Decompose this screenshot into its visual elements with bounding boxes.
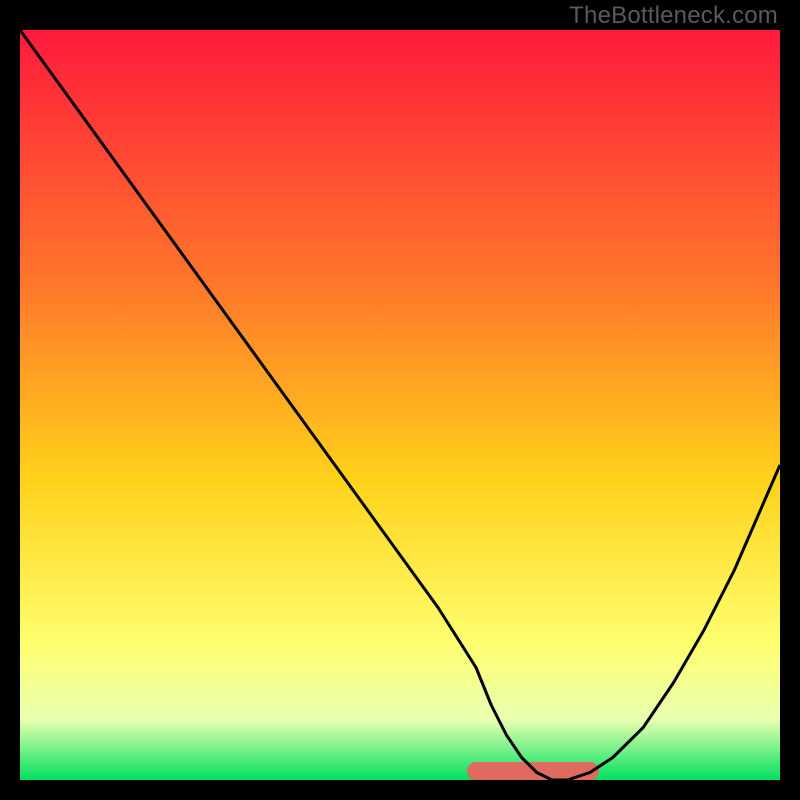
gradient-background: [20, 30, 780, 780]
bottleneck-plot: [20, 30, 780, 780]
watermark-text: TheBottleneck.com: [569, 2, 778, 30]
chart-frame: TheBottleneck.com: [0, 0, 800, 800]
